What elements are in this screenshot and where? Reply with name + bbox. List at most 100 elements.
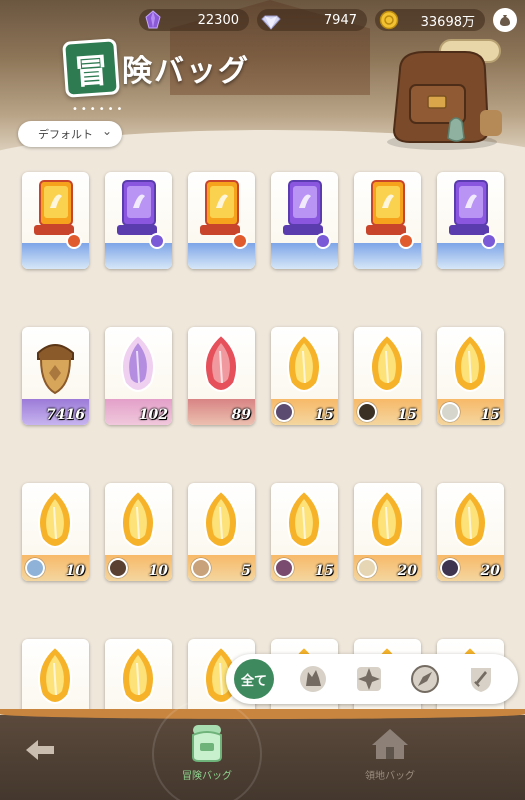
header: 22300 7947 33698万 冒 険バッグ •••••• デフォルト ⌄ — [0, 0, 525, 165]
hero-avatar — [440, 558, 460, 578]
gold-leaf-icon — [287, 333, 321, 392]
item-card[interactable]: 15 — [271, 327, 338, 425]
gold-leaf-icon — [38, 489, 72, 548]
title-badge: 冒 — [62, 38, 120, 98]
item-card[interactable] — [354, 172, 421, 269]
item-card[interactable]: 102 — [105, 327, 172, 425]
item-card[interactable]: 10 — [105, 483, 172, 581]
title-decoration: •••••• — [72, 104, 126, 115]
back-arrow-icon[interactable] — [22, 735, 58, 765]
type-badge-icon — [481, 233, 497, 249]
filter-bar: 全て — [226, 654, 518, 704]
item-card[interactable]: 15 — [271, 483, 338, 581]
filter-compass-button[interactable] — [408, 662, 442, 696]
item-card[interactable] — [105, 172, 172, 269]
hero-avatar — [274, 558, 294, 578]
hero-avatar — [274, 402, 294, 422]
title-text: 険バッグ — [122, 54, 250, 89]
item-count: 7416 — [46, 407, 85, 423]
wolf-icon — [300, 666, 326, 692]
gold-leaf-icon — [370, 333, 404, 392]
red-leaf-icon — [204, 333, 238, 392]
nav-adventure-bag[interactable]: 冒険バッグ — [167, 723, 247, 782]
gold-leaf-icon — [204, 489, 238, 548]
pink-leaf-icon — [121, 333, 155, 392]
hero-avatar — [440, 402, 460, 422]
backpack-illustration — [387, 39, 502, 150]
item-count: 15 — [314, 407, 334, 423]
gold-leaf-icon — [453, 489, 487, 548]
item-card[interactable]: 15 — [437, 327, 504, 425]
nav-border — [0, 709, 525, 719]
crystal-amount: 22300 — [197, 12, 239, 28]
nav-territory-bag[interactable]: 領地バッグ — [350, 723, 430, 782]
item-card[interactable]: 89 — [188, 327, 255, 425]
diamond-amount: 7947 — [323, 12, 357, 28]
type-badge-icon — [398, 233, 414, 249]
item-count: 102 — [138, 407, 168, 423]
item-card[interactable]: 7416 — [22, 327, 89, 425]
item-count: 5 — [241, 563, 251, 579]
sort-dropdown[interactable]: デフォルト ⌄ — [18, 121, 122, 147]
item-count: 15 — [397, 407, 417, 423]
hero-avatar — [25, 558, 45, 578]
item-count: 10 — [148, 563, 168, 579]
sword-icon — [471, 668, 491, 692]
hero-avatar — [191, 558, 211, 578]
type-badge-icon — [232, 233, 248, 249]
type-badge-icon — [66, 233, 82, 249]
acorn-icon — [37, 344, 74, 395]
bottom-nav: 冒険バッグ 領地バッグ — [0, 699, 525, 800]
gold-amount: 33698万 — [420, 14, 475, 30]
sort-label: デフォルト — [38, 128, 93, 141]
item-card[interactable]: 10 — [22, 483, 89, 581]
purple-crystal-icon — [145, 10, 161, 29]
item-card[interactable]: 20 — [354, 483, 421, 581]
filter-all-button[interactable]: 全て — [234, 659, 274, 699]
type-badge-icon — [315, 233, 331, 249]
item-card[interactable]: 20 — [437, 483, 504, 581]
filter-sword-button[interactable] — [464, 662, 498, 696]
money-bag-icon — [500, 15, 510, 26]
money-bag-button[interactable] — [493, 8, 517, 32]
item-count: 15 — [314, 563, 334, 579]
gold-leaf-icon — [121, 645, 155, 704]
item-count: 89 — [231, 407, 251, 423]
item-card[interactable]: 5 — [188, 483, 255, 581]
hero-avatar — [108, 558, 128, 578]
filter-shuriken-button[interactable] — [352, 662, 386, 696]
hero-avatar — [357, 558, 377, 578]
shuriken-icon — [357, 667, 381, 691]
gold-coin-icon — [379, 10, 399, 30]
nav-territory-bag-label: 領地バッグ — [365, 771, 415, 782]
house-icon — [372, 729, 408, 759]
type-badge-icon — [149, 233, 165, 249]
item-card[interactable] — [437, 172, 504, 269]
chevron-down-icon: ⌄ — [101, 124, 112, 138]
gold-leaf-icon — [453, 333, 487, 392]
currency-diamond: 7947 — [257, 9, 367, 31]
hero-avatar — [357, 402, 377, 422]
gold-leaf-icon — [287, 489, 321, 548]
gold-leaf-icon — [38, 645, 72, 704]
currency-bar: 22300 7947 33698万 — [139, 8, 517, 32]
item-count: 20 — [397, 563, 417, 579]
compass-icon — [411, 665, 439, 693]
currency-gold: 33698万 — [375, 9, 485, 31]
page-title: 冒 険バッグ — [62, 38, 250, 98]
currency-crystal: 22300 — [139, 9, 249, 31]
backpack-icon — [192, 725, 222, 762]
gold-leaf-icon — [121, 489, 155, 548]
item-card[interactable] — [22, 172, 89, 269]
item-count: 15 — [480, 407, 500, 423]
gold-leaf-icon — [370, 489, 404, 548]
item-count: 10 — [65, 563, 85, 579]
item-grid: 7416 102 89 15 15 15 10 10 5 15 20 20 — [22, 172, 504, 737]
item-count: 20 — [480, 563, 500, 579]
item-card[interactable] — [188, 172, 255, 269]
nav-adventure-bag-label: 冒険バッグ — [182, 771, 232, 782]
diamond-icon — [261, 15, 281, 30]
filter-wolf-button[interactable] — [296, 662, 330, 696]
item-card[interactable]: 15 — [354, 327, 421, 425]
item-card[interactable] — [271, 172, 338, 269]
